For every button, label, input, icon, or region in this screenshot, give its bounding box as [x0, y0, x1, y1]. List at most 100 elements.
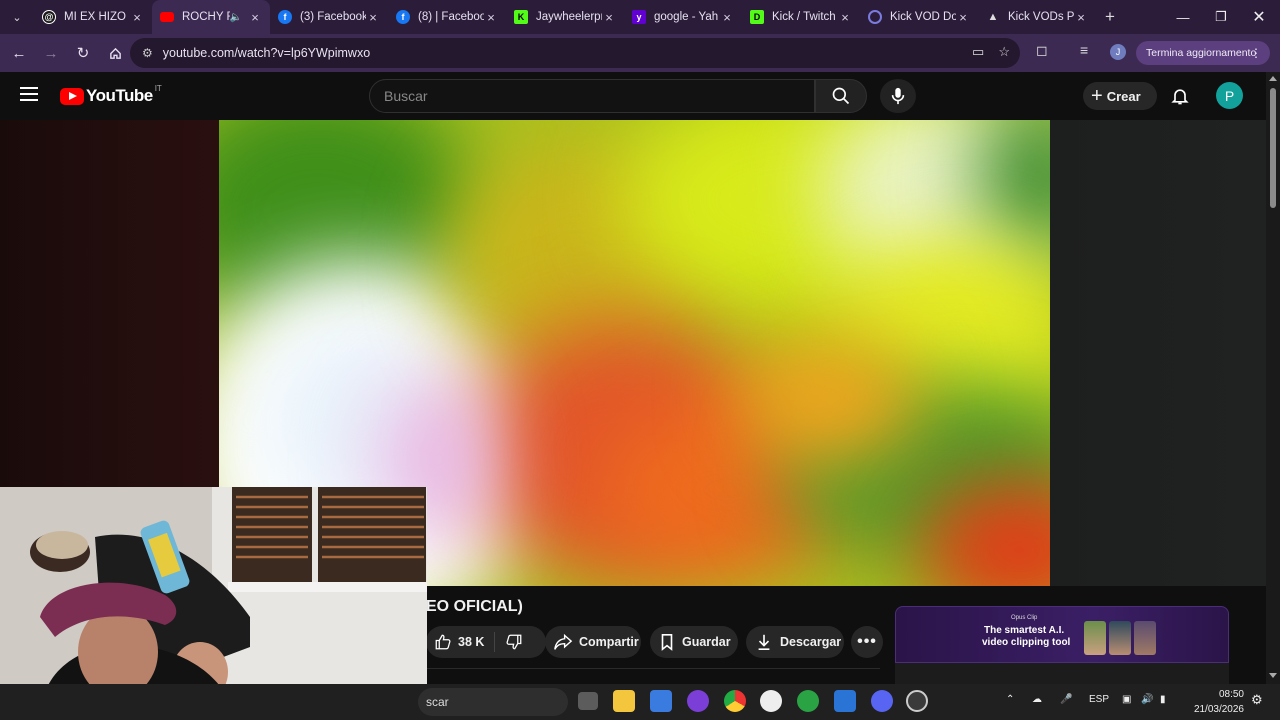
microphone-tray-icon[interactable]: 🎤 — [1060, 694, 1072, 705]
threads-icon: @ — [42, 10, 56, 24]
bookmark-icon — [661, 633, 673, 651]
search-button[interactable] — [815, 79, 867, 113]
tab-title: Kick VODs Pl — [1008, 11, 1074, 23]
ea-app-icon[interactable] — [760, 690, 782, 712]
cast-icon[interactable]: ▭ — [972, 44, 984, 60]
yahoo-icon: y — [632, 10, 646, 24]
language-indicator[interactable]: ESP — [1089, 694, 1109, 705]
search-icon — [832, 87, 850, 105]
close-tab-icon[interactable]: × — [602, 10, 616, 25]
page-scrollbar[interactable] — [1266, 72, 1280, 684]
dislike-button[interactable] — [505, 633, 523, 651]
menu-icon[interactable] — [20, 87, 38, 101]
download-button[interactable]: Descargar — [746, 626, 844, 658]
taskbar-search[interactable]: scar — [418, 688, 568, 716]
close-tab-icon[interactable]: × — [366, 10, 380, 25]
browser-tab-bar: ⌄ @ MI EX HIZO × ROCHY R 🔈 × f (3) Faceb… — [0, 0, 1280, 34]
scroll-up-icon[interactable] — [1269, 76, 1277, 81]
download-icon — [758, 634, 770, 651]
volume-icon[interactable]: 🔊 — [1141, 694, 1153, 705]
tab-2-active[interactable]: ROCHY R 🔈 × — [152, 0, 270, 34]
tab-search-chevron-icon[interactable]: ⌄ — [0, 0, 34, 34]
ad-face-image — [1109, 621, 1131, 655]
close-tab-icon[interactable]: × — [1074, 10, 1088, 25]
divider — [426, 668, 880, 676]
share-button[interactable]: Compartir — [545, 626, 641, 658]
tab-7[interactable]: D Kick / Twitch × — [742, 0, 860, 34]
update-button[interactable]: Termina aggiornamento ⋮ — [1136, 41, 1270, 65]
file-explorer-icon[interactable] — [613, 690, 635, 712]
chrome-icon[interactable] — [724, 690, 746, 712]
youtube-icon — [160, 12, 174, 22]
country-code: IT — [154, 83, 162, 93]
account-avatar[interactable]: P — [1216, 82, 1243, 109]
speaker-icon[interactable]: 🔈 — [230, 12, 242, 23]
close-tab-icon[interactable]: × — [838, 10, 852, 25]
search-field[interactable] — [369, 79, 815, 113]
app-window-icon[interactable] — [834, 690, 856, 712]
address-bar[interactable]: ⚙ youtube.com/watch?v=lp6YWpimwxo ▭ ☆ — [130, 38, 1020, 68]
bookmark-star-icon[interactable]: ☆ — [998, 44, 1010, 60]
like-button[interactable]: 38 K — [434, 633, 484, 651]
minimize-icon[interactable]: — — [1164, 0, 1202, 34]
settings-icon[interactable] — [906, 690, 928, 712]
close-tab-icon[interactable]: × — [720, 10, 734, 25]
new-tab-button[interactable]: + — [1096, 0, 1124, 34]
profile-avatar[interactable]: J — [1110, 44, 1126, 60]
tab-6[interactable]: y google - Yah × — [624, 0, 742, 34]
search-input[interactable] — [384, 88, 814, 104]
scroll-down-icon[interactable] — [1269, 673, 1277, 678]
task-view-icon[interactable] — [578, 692, 598, 710]
close-tab-icon[interactable]: × — [130, 10, 144, 25]
page-background-left — [0, 120, 219, 488]
date: 21/03/2026 — [1193, 704, 1244, 715]
tab-title: Kick VOD Do — [890, 11, 956, 23]
close-window-icon[interactable]: ✕ — [1240, 0, 1278, 34]
extensions-icon[interactable]: ◻ — [1036, 42, 1048, 59]
tab-9[interactable]: ▲ Kick VODs Pl × — [978, 0, 1096, 34]
share-label: Compartir — [579, 635, 639, 649]
onedrive-icon[interactable]: ☁ — [1032, 694, 1042, 705]
more-vertical-icon[interactable]: ⋮ — [1250, 46, 1262, 60]
clock[interactable]: 08:50 21/03/2026 — [1188, 687, 1244, 717]
close-tab-icon[interactable]: × — [484, 10, 498, 25]
voice-search-button[interactable] — [880, 79, 916, 113]
close-tab-icon[interactable]: × — [248, 10, 262, 25]
like-count: 38 K — [458, 635, 485, 649]
site-settings-icon[interactable]: ⚙ — [142, 46, 153, 60]
app-icon[interactable] — [687, 690, 709, 712]
discord-icon[interactable] — [871, 690, 893, 712]
create-button[interactable]: + Crear — [1083, 82, 1157, 110]
media-controls-icon[interactable]: ≡ — [1080, 42, 1088, 58]
tab-5[interactable]: K Jaywheelerpr × — [506, 0, 624, 34]
notifications-icon[interactable]: ⚙ — [1251, 692, 1263, 708]
more-horizontal-icon: ••• — [857, 633, 877, 650]
xbox-icon[interactable] — [797, 690, 819, 712]
tab-title: google - Yah — [654, 11, 719, 23]
microphone-icon — [891, 87, 905, 105]
home-icon[interactable] — [100, 38, 130, 68]
tab-8[interactable]: Kick VOD Do × — [860, 0, 978, 34]
notifications-bell-icon[interactable] — [1170, 86, 1190, 111]
tab-title: ROCHY R — [182, 11, 230, 23]
kick-icon: K — [514, 10, 528, 24]
save-button[interactable]: Guardar — [650, 626, 738, 658]
more-actions-button[interactable]: ••• — [851, 626, 883, 658]
forward-arrow-icon[interactable]: → — [36, 38, 66, 68]
youtube-logo[interactable]: YouTube IT — [60, 83, 162, 106]
microsoft-store-icon[interactable] — [650, 690, 672, 712]
back-arrow-icon[interactable]: ← — [4, 38, 34, 68]
tab-4[interactable]: f (8) | Faceboo × — [388, 0, 506, 34]
tab-1[interactable]: @ MI EX HIZO × — [34, 0, 152, 34]
show-hidden-icons-icon[interactable]: ⌃ — [1006, 694, 1014, 705]
reload-icon[interactable]: ↻ — [68, 38, 98, 68]
tab-title: (3) Facebook — [300, 11, 366, 23]
network-icon[interactable]: ▣ — [1122, 694, 1131, 705]
scrollbar-thumb[interactable] — [1270, 88, 1276, 208]
ad-banner[interactable]: Opus Clip The smartest A.I. video clippi… — [895, 606, 1229, 663]
url-text[interactable]: youtube.com/watch?v=lp6YWpimwxo — [163, 46, 370, 60]
tab-3[interactable]: f (3) Facebook × — [270, 0, 388, 34]
maximize-icon[interactable]: ❐ — [1202, 0, 1240, 34]
close-tab-icon[interactable]: × — [956, 10, 970, 25]
battery-icon[interactable]: ▮ — [1160, 694, 1166, 705]
